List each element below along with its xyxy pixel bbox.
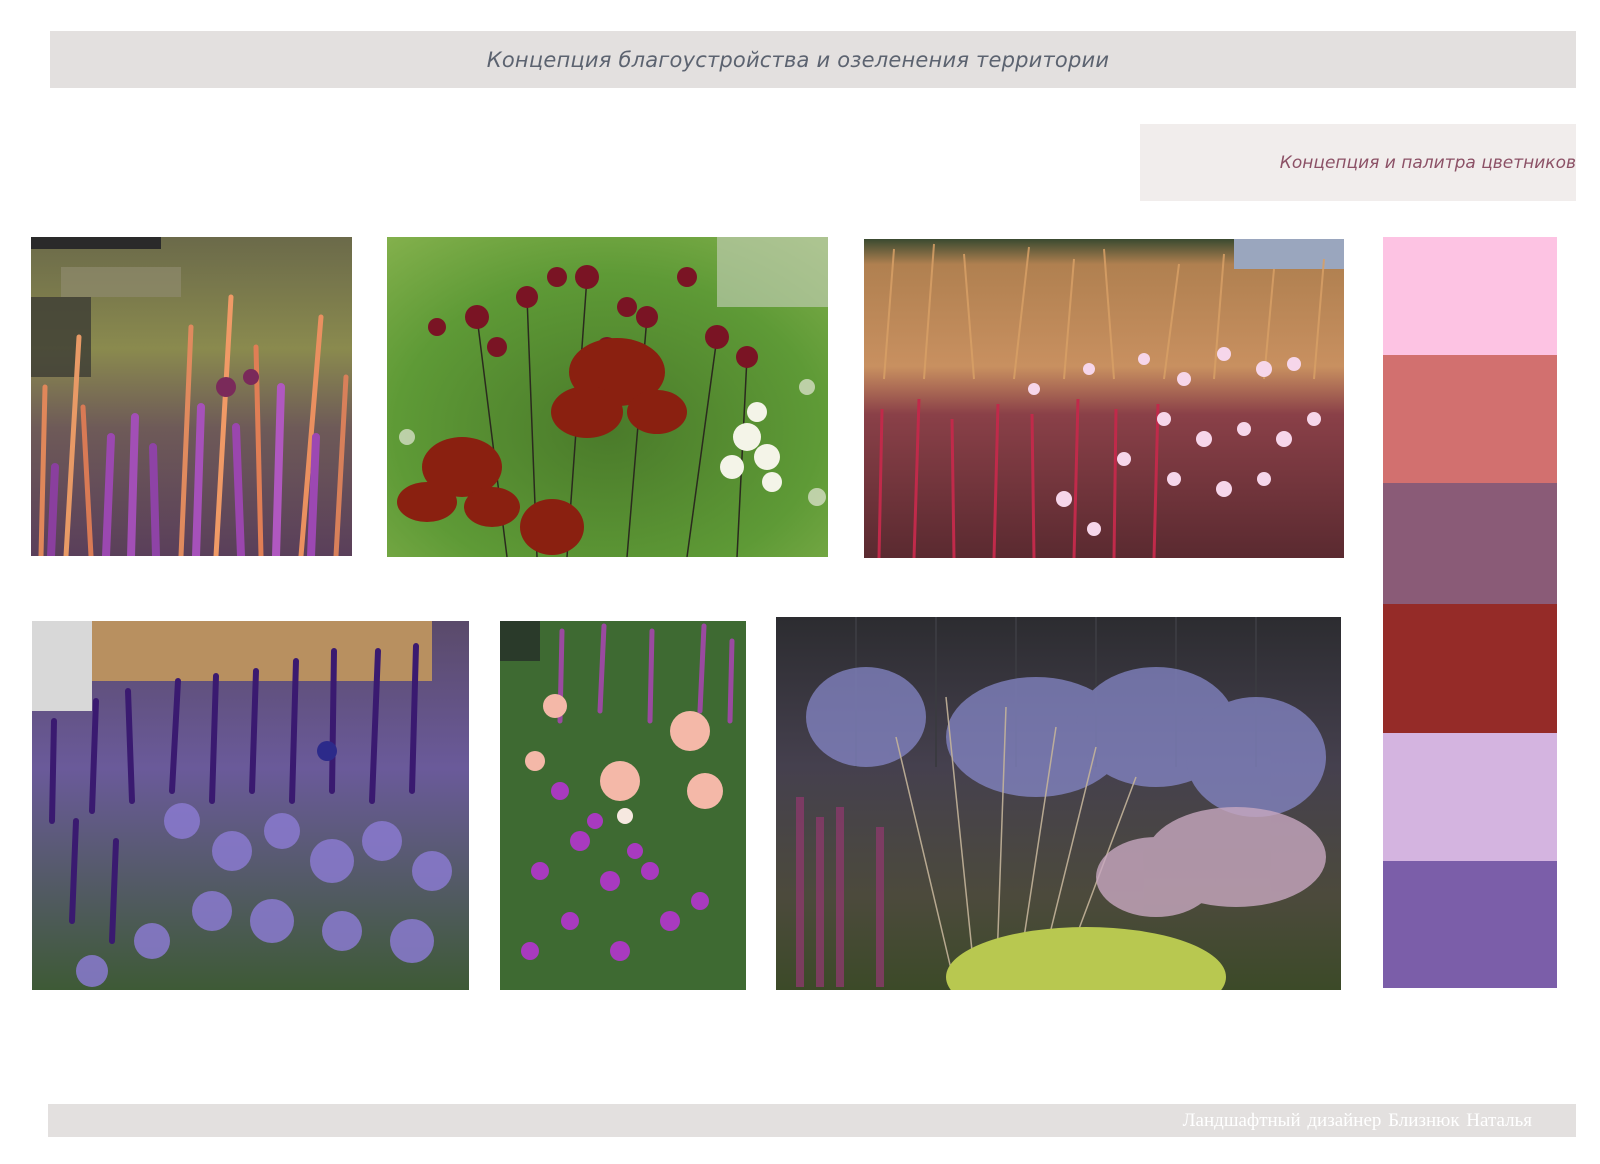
flower-photo-2: [387, 237, 828, 557]
flower-photo-5: [500, 621, 746, 990]
section-subtitle-box: Концепция и палитра цветников: [1140, 124, 1576, 201]
palette-swatch-mauve: [1383, 483, 1557, 604]
footer-bar: Ландшафтный дизайнер Близнюк Наталья: [48, 1104, 1576, 1137]
flower-photo-4: [32, 621, 469, 990]
page-title: Концепция благоустройства и озеленения т…: [486, 47, 1110, 72]
flower-photo-6: [776, 617, 1341, 990]
flower-photo-1: [31, 237, 352, 556]
palette-swatch-dark-red: [1383, 604, 1557, 733]
palette-swatch-lilac: [1383, 733, 1557, 861]
header-bar: Концепция благоустройства и озеленения т…: [50, 31, 1576, 88]
palette-swatch-violet: [1383, 861, 1557, 988]
color-palette: [1383, 237, 1557, 988]
palette-swatch-coral: [1383, 355, 1557, 483]
flower-photo-3: [864, 239, 1344, 558]
palette-swatch-pink: [1383, 237, 1557, 355]
designer-credit: Ландшафтный дизайнер Близнюк Наталья: [1182, 1109, 1532, 1131]
section-subtitle: Концепция и палитра цветников: [1279, 152, 1576, 173]
